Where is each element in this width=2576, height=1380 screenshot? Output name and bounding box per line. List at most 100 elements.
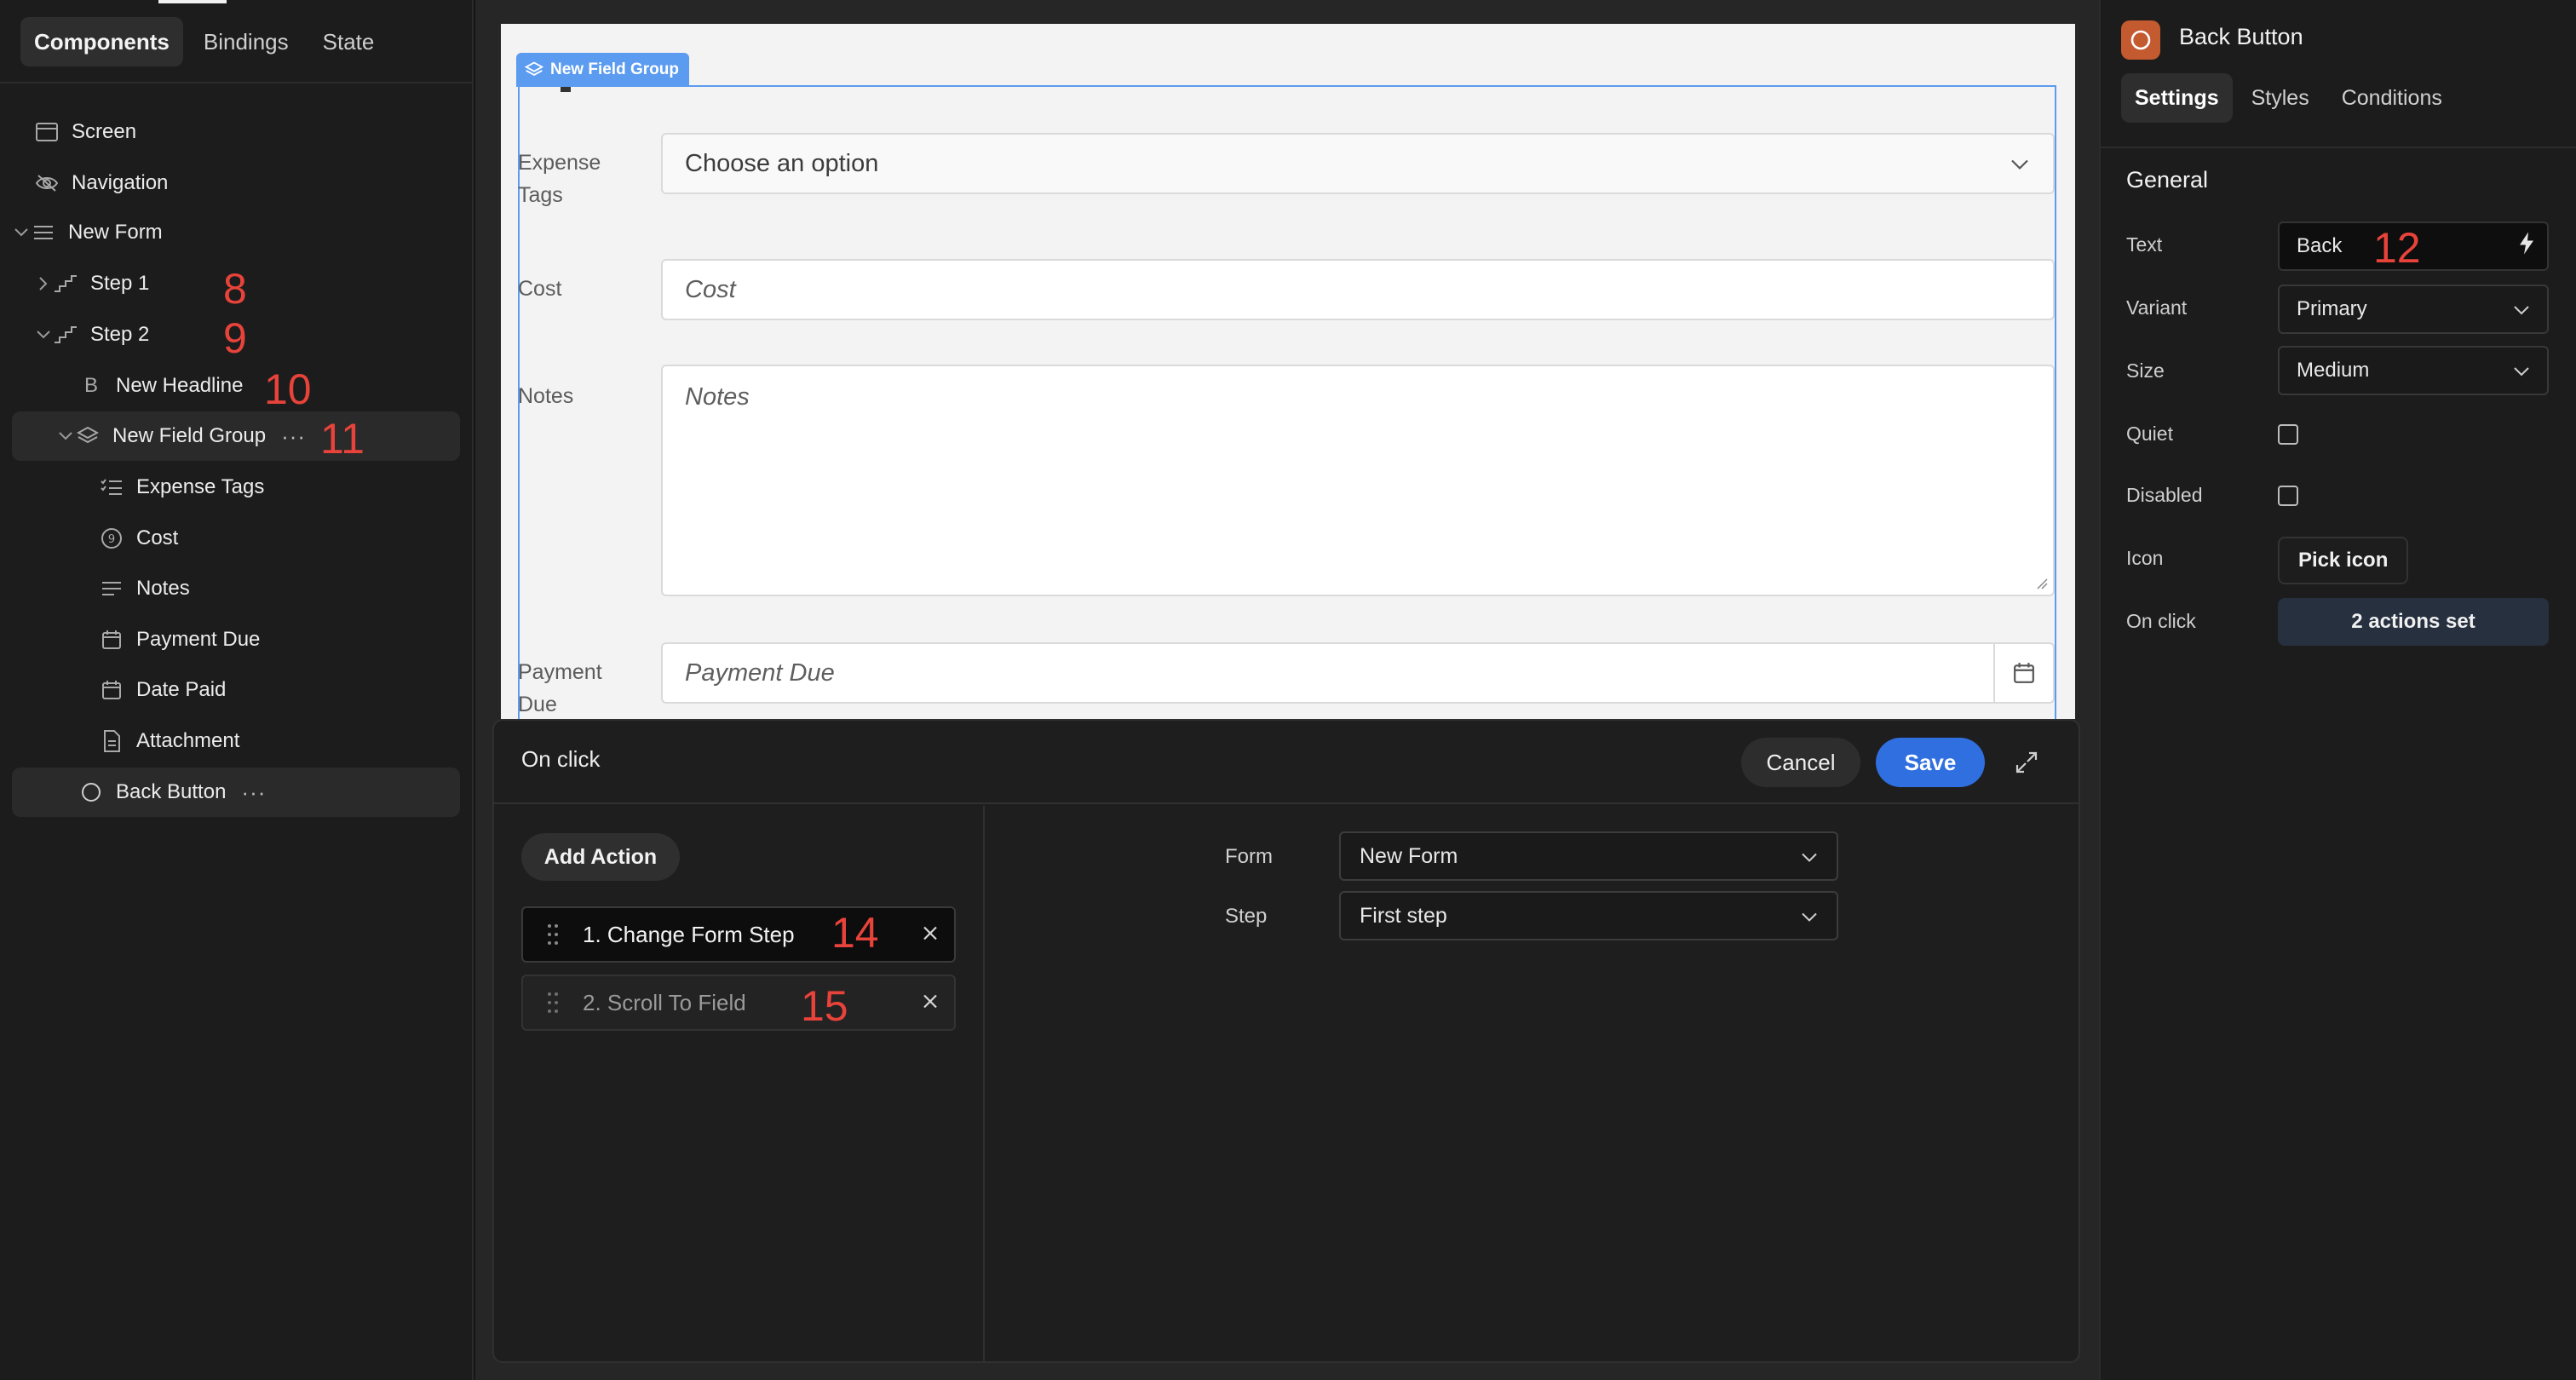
tab-components[interactable]: Components <box>20 17 183 66</box>
tree-item-new-form[interactable]: New Form <box>12 208 460 257</box>
on-click-dialog <box>492 719 2080 1363</box>
cost-input[interactable]: Cost <box>661 259 2055 320</box>
size-select[interactable]: Medium <box>2278 346 2549 395</box>
action-item[interactable]: 2. Scroll To Field <box>521 975 956 1031</box>
chevron-down-icon[interactable] <box>12 223 31 242</box>
lightning-icon[interactable] <box>2518 232 2535 262</box>
divider <box>0 82 474 83</box>
annotation-11: 11 <box>320 415 365 463</box>
save-button[interactable]: Save <box>1876 738 1985 787</box>
component-title: Back Button <box>2179 24 2303 49</box>
tree-item-label: Date Paid <box>136 678 227 701</box>
tree-item-label: Attachment <box>136 729 240 752</box>
number-circle-icon: 9 <box>99 526 124 551</box>
payment-due-label: Payment Due <box>518 660 602 716</box>
payment-due-placeholder: Payment Due <box>685 658 835 687</box>
tree-item-label: Step 2 <box>90 323 150 346</box>
notes-textarea[interactable]: Notes <box>661 365 2055 596</box>
tab-conditions[interactable]: Conditions <box>2328 73 2456 123</box>
dialog-divider <box>983 806 985 1363</box>
more-icon[interactable]: ··· <box>241 779 266 806</box>
tree-item-label: Screen <box>72 120 137 143</box>
tree-item-cost[interactable]: 9 Cost <box>12 514 460 563</box>
tree-item-expense-tags[interactable]: Expense Tags <box>12 463 460 512</box>
annotation-8: 8 <box>223 265 247 313</box>
tree-item-new-headline[interactable]: B New Headline <box>12 361 460 411</box>
quiet-checkbox[interactable] <box>2278 424 2298 445</box>
tree-item-screen[interactable]: Screen <box>12 107 460 157</box>
disabled-checkbox[interactable] <box>2278 486 2298 506</box>
tree-item-attachment[interactable]: Attachment <box>12 716 460 766</box>
action-item[interactable]: 1. Change Form Step <box>521 906 956 963</box>
text-value: Back <box>2297 234 2343 257</box>
close-icon[interactable] <box>922 990 939 1016</box>
variant-select[interactable]: Primary <box>2278 285 2549 334</box>
chevron-down-icon[interactable] <box>34 325 53 344</box>
dialog-title: On click <box>521 746 601 772</box>
payment-due-input[interactable]: Payment Due <box>661 642 2055 704</box>
chevron-down-icon[interactable] <box>56 427 75 446</box>
expense-tags-value: Choose an option <box>685 149 879 177</box>
tab-styles[interactable]: Styles <box>2238 73 2323 123</box>
size-label: Size <box>2126 359 2165 382</box>
chevron-down-icon <box>2513 297 2530 321</box>
add-action-button[interactable]: Add Action <box>521 833 680 881</box>
tab-bindings[interactable]: Bindings <box>190 17 302 66</box>
tree-item-back-button[interactable]: Back Button ··· <box>12 768 460 817</box>
tab-state[interactable]: State <box>309 17 388 66</box>
cost-placeholder: Cost <box>685 275 736 303</box>
notes-label: Notes <box>518 384 574 408</box>
annotation-14: 14 <box>831 909 879 957</box>
expense-tags-label: Expense Tags <box>518 151 601 207</box>
tree-item-label: Navigation <box>72 171 169 194</box>
tree-item-navigation[interactable]: Navigation <box>12 158 460 208</box>
pick-icon-button[interactable]: Pick icon <box>2278 537 2409 584</box>
active-indicator <box>158 0 227 3</box>
cancel-button[interactable]: Cancel <box>1741 738 1860 787</box>
layers-icon <box>525 61 543 76</box>
left-tabs: Components Bindings State <box>20 17 388 66</box>
tree-item-new-field-group[interactable]: New Field Group ··· <box>12 411 460 461</box>
on-click-actions-button[interactable]: 2 actions set <box>2278 598 2549 646</box>
tab-settings[interactable]: Settings <box>2121 73 2233 123</box>
expand-icon[interactable] <box>2012 748 2041 777</box>
properties-tabs: Settings Styles Conditions <box>2121 73 2456 123</box>
text-label: Text <box>2126 233 2163 256</box>
resize-handle-icon[interactable] <box>2036 578 2048 589</box>
tree-item-label: Expense Tags <box>136 475 265 498</box>
form-param-label: Form <box>1225 845 1273 868</box>
annotation-10: 10 <box>264 365 312 413</box>
field-group-tag-label: New Field Group <box>550 60 679 78</box>
tree-item-label: New Field Group <box>112 424 267 447</box>
drag-handle-icon[interactable] <box>523 992 583 1014</box>
form-icon <box>31 220 56 245</box>
action-label: 1. Change Form Step <box>583 921 795 947</box>
chevron-down-icon <box>1801 904 1818 929</box>
more-icon[interactable]: ··· <box>281 423 306 450</box>
tree-item-label: Step 1 <box>90 272 150 295</box>
step-param-select[interactable]: First step <box>1339 891 1838 940</box>
checklist-icon <box>99 474 124 500</box>
tree-item-date-paid[interactable]: Date Paid <box>12 665 460 715</box>
calendar-icon[interactable] <box>1993 644 2053 702</box>
expense-tags-select[interactable]: Choose an option <box>661 133 2055 194</box>
field-group-tag[interactable]: New Field Group <box>516 53 689 87</box>
disabled-label: Disabled <box>2126 484 2203 506</box>
tree-item-notes[interactable]: Notes <box>12 564 460 613</box>
section-title: General <box>2126 167 2209 193</box>
step-param-value: First step <box>1360 903 1447 928</box>
on-click-label: On click <box>2126 610 2196 632</box>
calendar-icon <box>99 627 124 653</box>
chevron-down-icon <box>1801 844 1818 869</box>
chevron-right-icon[interactable] <box>34 274 53 293</box>
close-icon[interactable] <box>922 922 939 948</box>
divider <box>2101 147 2576 148</box>
steps-icon <box>53 271 78 296</box>
calendar-icon <box>99 677 124 703</box>
annotation-9: 9 <box>223 314 247 362</box>
tree-item-payment-due[interactable]: Payment Due <box>12 615 460 664</box>
form-param-select[interactable]: New Form <box>1339 831 1838 881</box>
variant-label: Variant <box>2126 296 2188 319</box>
drag-handle-icon[interactable] <box>523 923 583 946</box>
chevron-down-icon <box>2010 150 2029 178</box>
